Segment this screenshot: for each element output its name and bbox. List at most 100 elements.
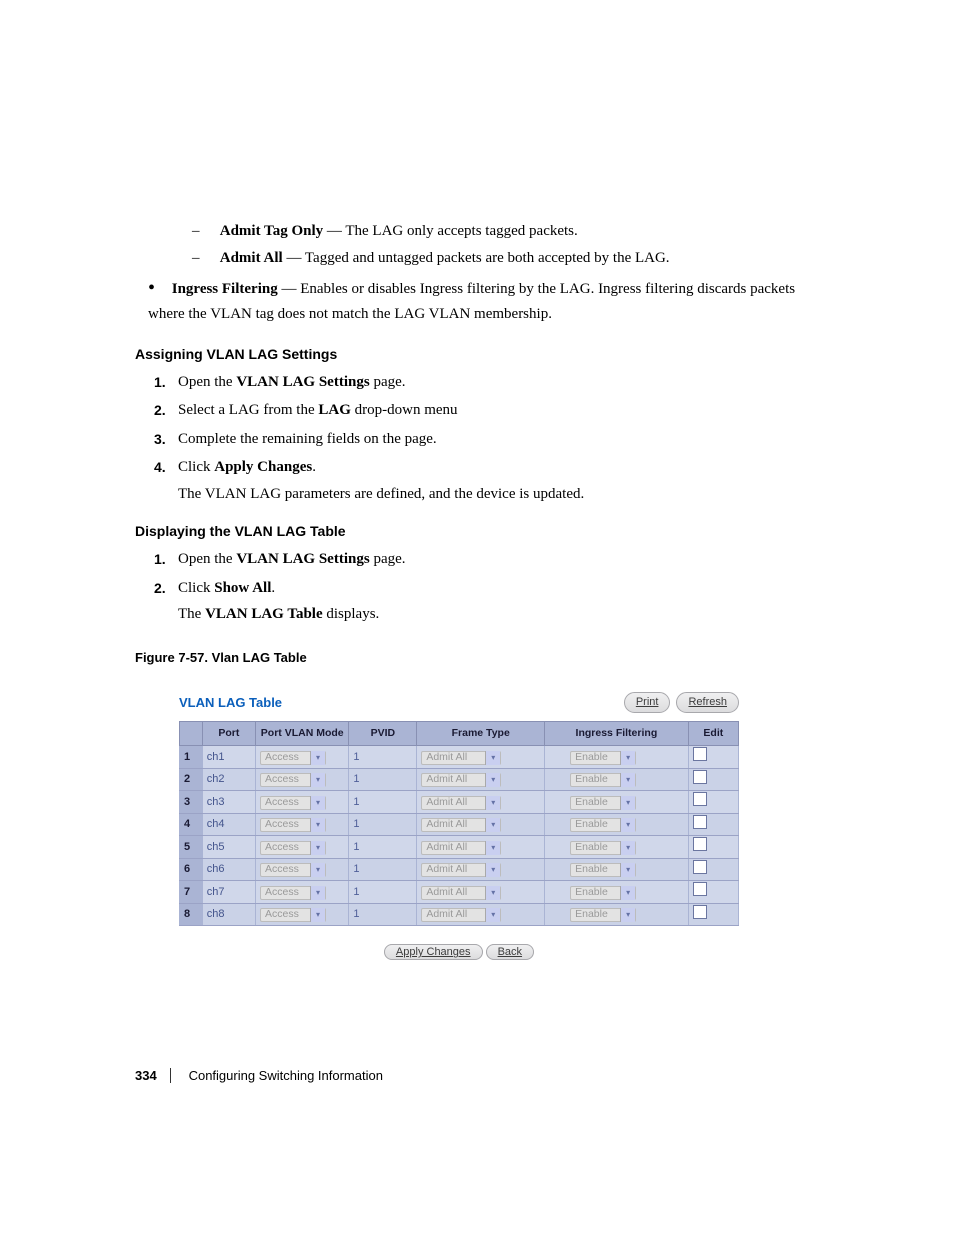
cell-frame: Admit All▾ [417,881,545,904]
term-admit-tag-only: Admit Tag Only [220,223,323,239]
edit-checkbox[interactable] [693,905,707,919]
cell-mode: Access▾ [255,813,348,836]
cell-pvid: 1 [349,903,417,926]
edit-checkbox[interactable] [693,837,707,851]
cell-ingress: Enable▾ [545,768,689,791]
chapter-title: Configuring Switching Information [189,1068,383,1083]
frame-type-select[interactable]: Admit All▾ [421,863,501,877]
col-header-port: Port [202,721,255,746]
ref-button: Show All [214,580,271,596]
cell-mode: Access▾ [255,903,348,926]
chevron-down-icon: ▾ [620,863,635,877]
step-item: Open the VLAN LAG Settings page. [178,371,824,394]
print-button[interactable]: Print [624,692,671,713]
separator [170,1068,175,1083]
cell-edit [688,836,738,859]
vlan-mode-select[interactable]: Access▾ [260,863,326,877]
term-admit-all: Admit All [220,250,283,266]
cell-frame: Admit All▾ [417,768,545,791]
row-index: 2 [180,768,203,791]
chevron-down-icon: ▾ [310,751,325,765]
chevron-down-icon: ▾ [485,773,500,787]
body-text: Open the [178,551,236,567]
chevron-down-icon: ▾ [310,863,325,877]
frame-type-select[interactable]: Admit All▾ [421,908,501,922]
chevron-down-icon: ▾ [620,886,635,900]
cell-frame: Admit All▾ [417,813,545,836]
chevron-down-icon: ▾ [485,863,500,877]
refresh-button[interactable]: Refresh [676,692,739,713]
cell-edit [688,858,738,881]
ingress-select[interactable]: Enable▾ [570,751,636,765]
ingress-select[interactable]: Enable▾ [570,818,636,832]
cell-frame: Admit All▾ [417,791,545,814]
ref-button: Apply Changes [214,459,312,475]
frame-type-select[interactable]: Admit All▾ [421,773,501,787]
back-button[interactable]: Back [486,944,534,960]
step-item: Complete the remaining fields on the pag… [178,428,824,451]
chevron-down-icon: ▾ [620,841,635,855]
body-text: . [312,459,316,475]
cell-pvid: 1 [349,791,417,814]
table-row: 7ch7Access▾1Admit All▾Enable▾ [180,881,739,904]
frame-type-select[interactable]: Admit All▾ [421,751,501,765]
body-text: The [178,606,205,622]
step-item: Select a LAG from the LAG drop-down menu [178,399,824,422]
chevron-down-icon: ▾ [620,773,635,787]
vlan-mode-select[interactable]: Access▾ [260,841,326,855]
vlan-mode-select[interactable]: Access▾ [260,773,326,787]
cell-ingress: Enable▾ [545,881,689,904]
row-index: 8 [180,903,203,926]
col-header-frame: Frame Type [417,721,545,746]
cell-ingress: Enable▾ [545,836,689,859]
body-text: Click [178,459,214,475]
chevron-down-icon: ▾ [310,818,325,832]
chevron-down-icon: ▾ [485,886,500,900]
vlan-mode-select[interactable]: Access▾ [260,818,326,832]
col-header-ingress: Ingress Filtering [545,721,689,746]
ingress-select[interactable]: Enable▾ [570,886,636,900]
vlan-mode-select[interactable]: Access▾ [260,796,326,810]
ref-dropdown: LAG [318,402,351,418]
vlan-mode-select[interactable]: Access▾ [260,751,326,765]
step-followup: The VLAN LAG parameters are defined, and… [178,483,824,506]
vlan-mode-select[interactable]: Access▾ [260,886,326,900]
chevron-down-icon: ▾ [620,908,635,922]
chevron-down-icon: ▾ [485,751,500,765]
figure-caption: Figure 7-57. Vlan LAG Table [135,648,824,668]
section-heading: Assigning VLAN LAG Settings [135,344,824,365]
cell-port: ch6 [202,858,255,881]
chevron-down-icon: ▾ [620,796,635,810]
edit-checkbox[interactable] [693,747,707,761]
edit-checkbox[interactable] [693,792,707,806]
edit-checkbox[interactable] [693,860,707,874]
ingress-select[interactable]: Enable▾ [570,908,636,922]
cell-ingress: Enable▾ [545,791,689,814]
cell-edit [688,903,738,926]
ingress-select[interactable]: Enable▾ [570,863,636,877]
ingress-select[interactable]: Enable▾ [570,773,636,787]
frame-type-select[interactable]: Admit All▾ [421,841,501,855]
body-text: drop-down menu [351,402,458,418]
edit-checkbox[interactable] [693,882,707,896]
table-row: 2ch2Access▾1Admit All▾Enable▾ [180,768,739,791]
table-row: 8ch8Access▾1Admit All▾Enable▾ [180,903,739,926]
vlan-mode-select[interactable]: Access▾ [260,908,326,922]
cell-port: ch4 [202,813,255,836]
edit-checkbox[interactable] [693,770,707,784]
edit-checkbox[interactable] [693,815,707,829]
frame-type-select[interactable]: Admit All▾ [421,886,501,900]
frame-type-select[interactable]: Admit All▾ [421,796,501,810]
cell-pvid: 1 [349,768,417,791]
ingress-select[interactable]: Enable▾ [570,841,636,855]
frame-type-select[interactable]: Admit All▾ [421,818,501,832]
ingress-select[interactable]: Enable▾ [570,796,636,810]
step-item: Click Show All. The VLAN LAG Table displ… [178,577,824,626]
apply-changes-button[interactable]: Apply Changes [384,944,483,960]
chevron-down-icon: ▾ [485,796,500,810]
cell-ingress: Enable▾ [545,858,689,881]
list-item: Admit Tag Only — The LAG only accepts ta… [200,220,824,243]
cell-port: ch5 [202,836,255,859]
row-index: 7 [180,881,203,904]
table-row: 4ch4Access▾1Admit All▾Enable▾ [180,813,739,836]
